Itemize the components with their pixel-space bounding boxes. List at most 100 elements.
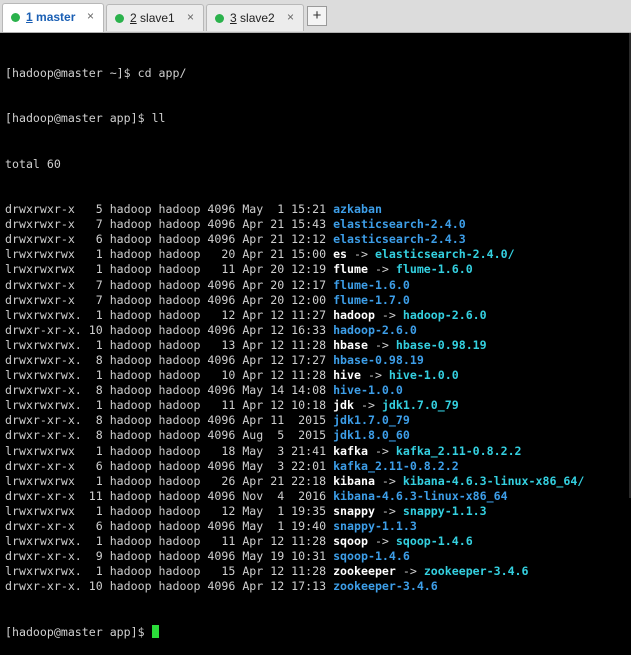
symlink-target: hbase-0.98.19 [395, 337, 487, 352]
symlink-name: jdk [333, 398, 355, 413]
directory-name: jdk1.8.0_60 [333, 428, 410, 443]
connected-status-icon [115, 14, 124, 23]
symlink-name: hbase [333, 337, 368, 352]
tab-master[interactable]: 1 master × [2, 3, 104, 32]
symlink-arrow: -> [374, 307, 403, 322]
directory-name: hadoop-2.6.0 [333, 322, 417, 337]
file-metadata: drwxrwxr-x 6 hadoop hadoop 4096 Apr 21 1… [5, 232, 334, 247]
listing-row: drwxr-xr-x 11 hadoop hadoop 4096 Nov 4 2… [5, 489, 631, 504]
terminal-output[interactable]: [hadoop@master ~]$ cd app/ [hadoop@maste… [5, 36, 631, 638]
prompt-line: [hadoop@master app]$ [5, 624, 631, 640]
file-metadata: drwxrwxr-x 5 hadoop hadoop 4096 May 1 15… [5, 202, 334, 217]
symlink-name: snappy [333, 503, 375, 518]
listing: drwxrwxr-x 5 hadoop hadoop 4096 May 1 15… [5, 202, 631, 594]
file-metadata: drwxr-xr-x. 8 hadoop hadoop 4096 Aug 5 2… [5, 428, 334, 443]
directory-name: elasticsearch-2.4.0 [333, 217, 466, 232]
symlink-target: kafka_2.11-0.8.2.2 [395, 443, 522, 458]
symlink-target: kibana-4.6.3-linux-x86_64/ [402, 473, 585, 488]
file-metadata: drwxr-xr-x 6 hadoop hadoop 4096 May 3 22… [5, 458, 334, 473]
symlink-name: hive [333, 368, 361, 383]
symlink-name: hadoop [333, 307, 375, 322]
symlink-name: kafka [333, 443, 368, 458]
tab-label: 3 slave2 [230, 11, 275, 25]
listing-row: lrwxrwxrwx 1 hadoop hadoop 18 May 3 21:4… [5, 444, 631, 459]
directory-name: hive-1.0.0 [333, 383, 403, 398]
file-metadata: drwxrwxr-x 7 hadoop hadoop 4096 Apr 20 1… [5, 277, 334, 292]
directory-name: jdk1.7.0_79 [333, 413, 410, 428]
file-metadata: drwxr-xr-x 11 hadoop hadoop 4096 Nov 4 2… [5, 488, 334, 503]
listing-row: lrwxrwxrwx. 1 hadoop hadoop 10 Apr 12 11… [5, 368, 631, 383]
prompt: [hadoop@master app]$ [5, 624, 152, 639]
file-metadata: lrwxrwxrwx 1 hadoop hadoop 18 May 3 21:4… [5, 443, 334, 458]
directory-name: elasticsearch-2.4.3 [333, 232, 466, 247]
symlink-arrow: -> [374, 503, 403, 518]
tab-label: 1 master [26, 10, 76, 24]
listing-row: drwxrwxr-x 7 hadoop hadoop 4096 Apr 20 1… [5, 293, 631, 308]
directory-name: hbase-0.98.19 [333, 352, 424, 367]
symlink-name: flume [333, 262, 368, 277]
listing-row: drwxr-xr-x. 8 hadoop hadoop 4096 Aug 5 2… [5, 428, 631, 443]
directory-name: flume-1.6.0 [333, 277, 410, 292]
file-metadata: lrwxrwxrwx 1 hadoop hadoop 26 Apr 21 22:… [5, 473, 334, 488]
file-metadata: lrwxrwxrwx. 1 hadoop hadoop 11 Apr 12 10… [5, 398, 334, 413]
symlink-target: elasticsearch-2.4.0/ [374, 247, 515, 262]
file-metadata: lrwxrwxrwx. 1 hadoop hadoop 12 Apr 12 11… [5, 307, 334, 322]
directory-name: flume-1.7.0 [333, 292, 410, 307]
listing-row: lrwxrwxrwx. 1 hadoop hadoop 11 Apr 12 11… [5, 534, 631, 549]
symlink-target: snappy-1.1.3 [402, 503, 487, 518]
file-metadata: drwxrwxr-x. 8 hadoop hadoop 4096 Apr 12 … [5, 352, 334, 367]
tab-slave2[interactable]: 3 slave2 × [206, 4, 304, 31]
file-metadata: lrwxrwxrwx. 1 hadoop hadoop 15 Apr 12 11… [5, 564, 334, 579]
file-metadata: drwxr-xr-x. 10 hadoop hadoop 4096 Apr 12… [5, 579, 334, 594]
listing-row: drwxrwxr-x 7 hadoop hadoop 4096 Apr 21 1… [5, 217, 631, 232]
listing-row: drwxr-xr-x 6 hadoop hadoop 4096 May 3 22… [5, 459, 631, 474]
listing-row: lrwxrwxrwx 1 hadoop hadoop 12 May 1 19:3… [5, 504, 631, 519]
listing-row: drwxrwxr-x. 8 hadoop hadoop 4096 Apr 12 … [5, 353, 631, 368]
total-line: total 60 [5, 156, 61, 171]
file-metadata: lrwxrwxrwx. 1 hadoop hadoop 11 Apr 12 11… [5, 534, 334, 549]
symlink-arrow: -> [374, 473, 403, 488]
file-metadata: drwxr-xr-x. 10 hadoop hadoop 4096 Apr 12… [5, 322, 334, 337]
listing-row: lrwxrwxrwx. 1 hadoop hadoop 13 Apr 12 11… [5, 338, 631, 353]
symlink-arrow: -> [395, 564, 424, 579]
file-metadata: lrwxrwxrwx 1 hadoop hadoop 12 May 1 19:3… [5, 503, 334, 518]
listing-row: drwxrwxr-x. 8 hadoop hadoop 4096 May 14 … [5, 383, 631, 398]
close-tab-icon[interactable]: × [187, 10, 194, 24]
symlink-arrow: -> [360, 368, 389, 383]
symlink-arrow: -> [367, 262, 396, 277]
close-tab-icon[interactable]: × [87, 9, 94, 23]
symlink-arrow: -> [354, 398, 382, 413]
command-line: [hadoop@master ~]$ cd app/ [5, 66, 187, 81]
directory-name: kibana-4.6.3-linux-x86_64 [333, 488, 508, 503]
symlink-target: hive-1.0.0 [388, 368, 459, 383]
directory-name: kafka_2.11-0.8.2.2 [333, 458, 459, 473]
add-tab-button[interactable]: + [307, 6, 327, 26]
tab-slave1[interactable]: 2 slave1 × [106, 4, 204, 31]
file-metadata: lrwxrwxrwx. 1 hadoop hadoop 13 Apr 12 11… [5, 337, 334, 352]
symlink-target: hadoop-2.6.0 [402, 307, 487, 322]
command-line: [hadoop@master app]$ ll [5, 111, 166, 126]
connected-status-icon [215, 14, 224, 23]
directory-name: sqoop-1.4.6 [333, 549, 410, 564]
close-tab-icon[interactable]: × [287, 10, 294, 24]
listing-row: drwxrwxr-x 6 hadoop hadoop 4096 Apr 21 1… [5, 232, 631, 247]
directory-name: zookeeper-3.4.6 [333, 579, 438, 594]
listing-row: drwxr-xr-x. 9 hadoop hadoop 4096 May 19 … [5, 549, 631, 564]
listing-row: drwxrwxr-x 7 hadoop hadoop 4096 Apr 20 1… [5, 278, 631, 293]
listing-row: lrwxrwxrwx 1 hadoop hadoop 20 Apr 21 15:… [5, 247, 631, 262]
symlink-target: jdk1.7.0_79 [381, 398, 459, 413]
directory-name: azkaban [333, 202, 382, 217]
file-metadata: lrwxrwxrwx 1 hadoop hadoop 20 Apr 21 15:… [5, 247, 334, 262]
file-metadata: drwxrwxr-x 7 hadoop hadoop 4096 Apr 20 1… [5, 292, 334, 307]
symlink-target: zookeeper-3.4.6 [423, 564, 529, 579]
listing-row: drwxr-xr-x 6 hadoop hadoop 4096 May 1 19… [5, 519, 631, 534]
symlink-name: es [333, 247, 348, 262]
file-metadata: drwxrwxr-x. 8 hadoop hadoop 4096 May 14 … [5, 383, 334, 398]
symlink-name: sqoop [333, 534, 368, 549]
file-metadata: lrwxrwxrwx 1 hadoop hadoop 11 Apr 20 12:… [5, 262, 334, 277]
terminal-cursor [151, 624, 159, 638]
file-metadata: drwxr-xr-x 6 hadoop hadoop 4096 May 1 19… [5, 519, 334, 533]
symlink-arrow: -> [367, 534, 396, 549]
listing-row: drwxr-xr-x. 10 hadoop hadoop 4096 Apr 12… [5, 579, 631, 594]
symlink-name: zookeeper [333, 564, 396, 579]
